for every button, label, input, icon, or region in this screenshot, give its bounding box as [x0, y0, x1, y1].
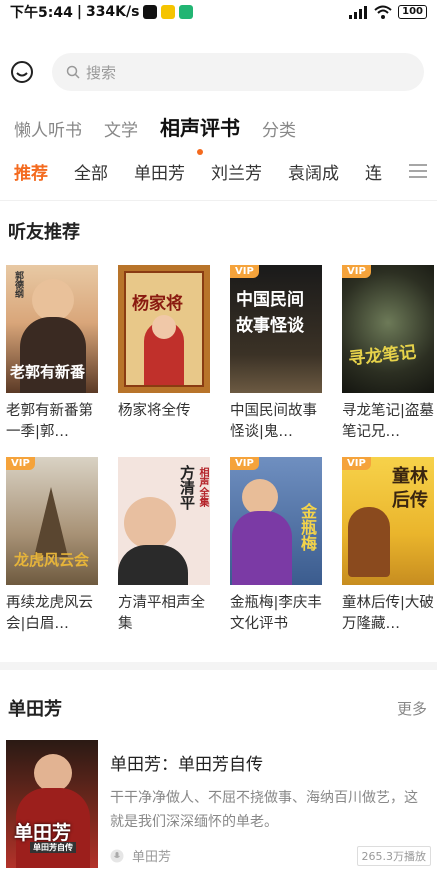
section-divider — [0, 662, 437, 670]
book-card[interactable]: 中国民间故事怪谈 VIP 中国民间故事怪谈|鬼… — [230, 265, 322, 443]
cat-tab-all[interactable]: 全部 — [74, 159, 108, 184]
tab-literature[interactable]: 文学 — [104, 116, 138, 141]
book-cover: 单田芳 单田芳自传 — [6, 740, 98, 868]
profile-smile-icon[interactable] — [10, 60, 34, 84]
vip-badge: VIP — [342, 457, 371, 470]
app-notification-icon — [179, 5, 194, 19]
cat-tab-recommend[interactable]: 推荐 — [14, 159, 48, 184]
cat-tab-yuankuocheng[interactable]: 袁阔成 — [288, 159, 339, 184]
book-title: 杨家将全传 — [118, 403, 191, 419]
book-cover: 金瓶梅 VIP — [230, 457, 322, 585]
status-bar: 下午5:44 | 334K/s 100 — [0, 0, 437, 24]
category-tabs: 推荐 全部 单田芳 刘兰芳 袁阔成 连 — [0, 159, 437, 201]
search-icon — [66, 65, 80, 79]
book-title: 老郭有新番第一季|郭… — [6, 403, 93, 440]
book-card[interactable]: 寻龙笔记 VIP 寻龙笔记|盗墓笔记兄… — [342, 265, 434, 443]
cat-tab-more[interactable]: 连 — [365, 159, 382, 184]
item-author: 单田芳 — [110, 846, 171, 865]
search-placeholder: 搜索 — [86, 63, 117, 82]
active-tab-dot — [197, 149, 203, 155]
book-cover: 中国民间故事怪谈 VIP — [230, 265, 322, 393]
vip-badge: VIP — [342, 265, 371, 278]
book-title: 寻龙笔记|盗墓笔记兄… — [342, 403, 434, 440]
play-count-badge: 265.3万播放 — [356, 846, 431, 866]
header: 搜索 — [0, 52, 437, 92]
recommend-grid: 老郭有新番 郭德纲 老郭有新番第一季|郭… 杨家将 杨家将全传 中国民间故事怪谈… — [6, 265, 434, 635]
book-cover: 童林后传 VIP — [342, 457, 434, 585]
author-name: 单田芳 — [132, 850, 172, 865]
book-cover: 寻龙笔记 VIP — [342, 265, 434, 393]
menu-icon[interactable] — [409, 163, 427, 179]
more-link[interactable]: 更多 — [397, 698, 427, 719]
book-title: 中国民间故事怪谈|鬼… — [230, 403, 317, 440]
book-card[interactable]: 杨家将 杨家将全传 — [118, 265, 210, 443]
status-time: 下午5:44 — [10, 5, 73, 21]
list-item[interactable]: 单田芳 单田芳自传 单田芳：单田芳自传 干干净净做人、不屈不挠做事、海纳百川做艺… — [6, 740, 431, 870]
vip-badge: VIP — [230, 265, 259, 278]
app-notification-icon — [143, 5, 158, 19]
item-title: 单田芳：单田芳自传 — [110, 755, 263, 775]
book-card[interactable]: 金瓶梅 VIP 金瓶梅|李庆丰文化评书 — [230, 457, 322, 635]
tab-lanren[interactable]: 懒人听书 — [14, 116, 82, 141]
section-title-shantianfang: 单田芳 — [8, 699, 62, 720]
signal-icon — [349, 6, 368, 19]
battery-icon: 100 — [398, 5, 427, 19]
book-cover: 老郭有新番 郭德纲 — [6, 265, 98, 393]
book-card[interactable]: 老郭有新番 郭德纲 老郭有新番第一季|郭… — [6, 265, 98, 443]
cat-tab-shantianfang[interactable]: 单田芳 — [134, 159, 185, 184]
cat-tab-liulanfang[interactable]: 刘兰芳 — [211, 159, 262, 184]
book-cover: 龙虎风云会 VIP — [6, 457, 98, 585]
status-network-speed: 334K/s — [85, 4, 140, 20]
vip-badge: VIP — [230, 457, 259, 470]
book-card[interactable]: 龙虎风云会 VIP 再续龙虎风云会|白眉… — [6, 457, 98, 635]
wifi-icon — [374, 5, 392, 19]
tab-crosstalk[interactable]: 相声评书 — [160, 112, 240, 155]
vip-badge: VIP — [6, 457, 35, 470]
tab-category[interactable]: 分类 — [262, 116, 296, 141]
book-cover: 方清平 相声全集 — [118, 457, 210, 585]
book-title: 方清平相声全集 — [118, 595, 205, 632]
book-title: 金瓶梅|李庆丰文化评书 — [230, 595, 322, 632]
top-tabs: 懒人听书 文学 相声评书 分类 — [14, 112, 296, 155]
book-cover: 杨家将 — [118, 265, 210, 393]
book-title: 童林后传|大破万隆藏… — [342, 595, 434, 632]
book-card[interactable]: 方清平 相声全集 方清平相声全集 — [118, 457, 210, 635]
book-title: 再续龙虎风云会|白眉… — [6, 595, 93, 632]
item-description: 干干净净做人、不屈不挠做事、海纳百川做艺，这就是我们深深缅怀的单老。 — [110, 790, 418, 830]
app-notification-icon — [161, 5, 176, 19]
book-card[interactable]: 童林后传 VIP 童林后传|大破万隆藏… — [342, 457, 434, 635]
search-input[interactable]: 搜索 — [52, 53, 424, 91]
section-title-recommend: 听友推荐 — [8, 222, 80, 243]
microphone-icon — [110, 849, 124, 862]
